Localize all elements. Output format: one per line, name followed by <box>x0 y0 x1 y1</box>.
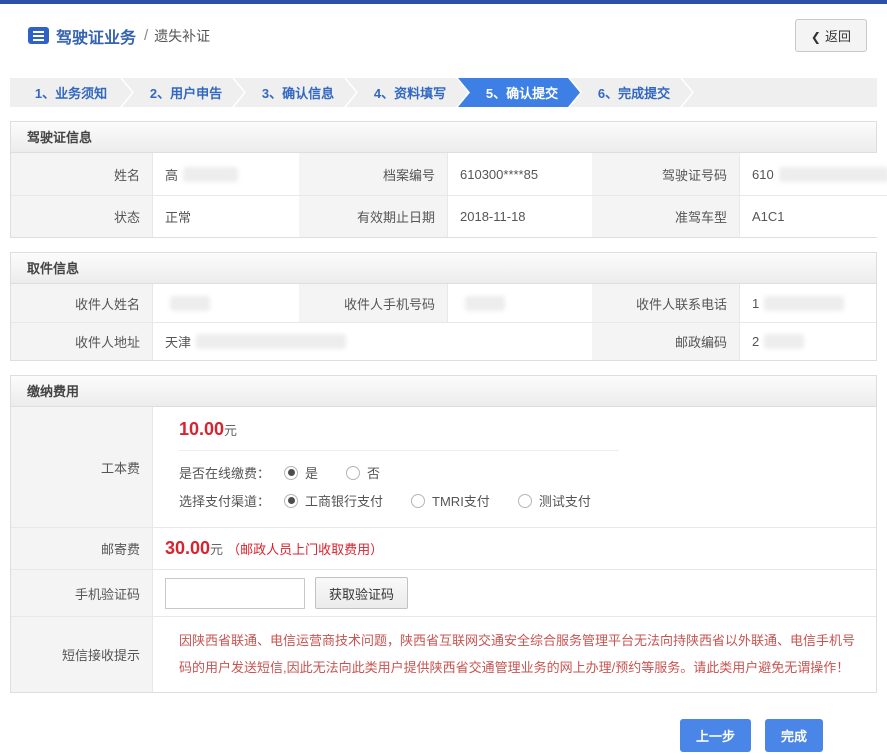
redacted-value <box>465 296 505 311</box>
license-number-label: 驾驶证号码 <box>592 153 740 195</box>
status-label: 状态 <box>11 195 153 237</box>
step-tab-label: 1、业务须知 <box>35 83 107 102</box>
step-tabs: 1、业务须知 2、用户申告 3、确认信息 4、资料填写 5、确认提交 6、完成提… <box>10 78 877 107</box>
page-title: 驾驶证业务 <box>56 24 136 48</box>
recipient-name-value <box>153 284 299 322</box>
list-icon <box>28 27 49 44</box>
file-number-value: 610300****85 <box>448 153 592 195</box>
pay-channel-question: 选择支付渠道： <box>179 491 270 510</box>
address-label: 收件人地址 <box>11 322 153 360</box>
page-header: 驾驶证业务 / 遗失补证 ❮ 返回 <box>0 4 887 65</box>
production-fee-amount: 10.00元 <box>179 419 619 440</box>
step-tab-label: 5、确认提交 <box>486 83 558 102</box>
vehicle-class-value: A1C1 <box>740 195 887 237</box>
sms-notice-label: 短信接收提示 <box>11 616 153 692</box>
step-tab-2[interactable]: 2、用户申告 <box>122 78 244 107</box>
recipient-phone-value: 1 <box>740 284 876 322</box>
mail-fee-value: 30.00元（邮政人员上门收取费用） <box>153 527 876 569</box>
redacted-value <box>779 167 887 182</box>
radio-online-pay-no[interactable]: 否 <box>346 463 380 482</box>
radio-channel-icbc[interactable]: 工商银行支付 <box>284 491 383 510</box>
address-value: 天津 <box>153 322 592 360</box>
pay-channel-row: 选择支付渠道： 工商银行支付 TMRI支付 测试支付 <box>179 491 619 510</box>
online-pay-row: 是否在线缴费： 是 否 <box>179 463 619 482</box>
file-number-label: 档案编号 <box>299 153 448 195</box>
step-tab-5-active[interactable]: 5、确认提交 <box>458 78 580 107</box>
get-code-button[interactable]: 获取验证码 <box>315 577 408 609</box>
sms-code-input[interactable] <box>165 578 305 609</box>
back-button[interactable]: ❮ 返回 <box>795 19 867 52</box>
vehicle-class-label: 准驾车型 <box>592 195 740 237</box>
fees-section: 缴纳费用 工本费 10.00元 是否在线缴费： 是 否 选择支付渠道： 工商银行… <box>10 375 877 693</box>
redacted-value <box>764 334 804 349</box>
radio-online-pay-yes[interactable]: 是 <box>284 463 318 482</box>
step-tab-label: 3、确认信息 <box>262 83 334 102</box>
recipient-name-label: 收件人姓名 <box>11 284 153 322</box>
recipient-phone-label: 收件人联系电话 <box>592 284 740 322</box>
license-info-section: 驾驶证信息 姓名 高 档案编号 610300****85 驾驶证号码 610 状… <box>10 121 877 238</box>
postcode-label: 邮政编码 <box>592 322 740 360</box>
back-button-label: 返回 <box>825 29 851 44</box>
breadcrumb-separator: / <box>144 27 148 44</box>
breadcrumb-current: 遗失补证 <box>154 26 210 46</box>
pickup-section-title: 取件信息 <box>11 253 876 284</box>
redacted-value <box>764 296 844 311</box>
radio-checked-icon <box>284 466 298 480</box>
chevron-left-icon: ❮ <box>811 30 821 44</box>
radio-unchecked-icon <box>518 494 532 508</box>
expiry-label: 有效期止日期 <box>299 195 448 237</box>
pickup-info-section: 取件信息 收件人姓名 收件人手机号码 收件人联系电话 1 收件人地址 天津 邮政… <box>10 252 877 361</box>
sms-notice-text: 因陕西省联通、电信运营商技术问题，陕西省互联网交通安全综合服务管理平台无法向持陕… <box>165 617 876 692</box>
sms-code-label: 手机验证码 <box>11 569 153 616</box>
production-fee-content: 10.00元 是否在线缴费： 是 否 选择支付渠道： 工商银行支付 TMRI支付… <box>153 407 876 527</box>
step-tabs-filler <box>682 78 877 107</box>
radio-unchecked-icon <box>411 494 425 508</box>
step-tab-1[interactable]: 1、业务须知 <box>10 78 132 107</box>
step-tab-label: 4、资料填写 <box>374 83 446 102</box>
license-section-title: 驾驶证信息 <box>11 122 876 153</box>
name-label: 姓名 <box>11 153 153 195</box>
radio-unchecked-icon <box>346 466 360 480</box>
expiry-value: 2018-11-18 <box>448 195 592 237</box>
finish-button[interactable]: 完成 <box>765 719 823 752</box>
radio-checked-icon <box>284 494 298 508</box>
divider <box>179 450 619 451</box>
online-pay-question: 是否在线缴费： <box>179 463 270 482</box>
mail-fee-note: （邮政人员上门收取费用） <box>227 539 383 558</box>
step-tab-6[interactable]: 6、完成提交 <box>570 78 692 107</box>
status-value: 正常 <box>153 195 299 237</box>
recipient-mobile-label: 收件人手机号码 <box>299 284 448 322</box>
sms-code-row: 获取验证码 <box>153 569 876 616</box>
production-fee-label: 工本费 <box>11 407 153 527</box>
step-tab-4[interactable]: 4、资料填写 <box>346 78 468 107</box>
radio-channel-test[interactable]: 测试支付 <box>518 491 591 510</box>
sms-notice-cell: 因陕西省联通、电信运营商技术问题，陕西省互联网交通安全综合服务管理平台无法向持陕… <box>153 616 876 692</box>
mail-fee-label: 邮寄费 <box>11 527 153 569</box>
postcode-value: 2 <box>740 322 876 360</box>
redacted-value <box>170 296 210 311</box>
fees-section-title: 缴纳费用 <box>11 376 876 407</box>
redacted-value <box>196 334 346 349</box>
previous-step-button[interactable]: 上一步 <box>680 719 751 752</box>
radio-channel-tmri[interactable]: TMRI支付 <box>411 491 490 510</box>
recipient-mobile-value <box>448 284 592 322</box>
license-number-value: 610 <box>740 153 887 195</box>
name-value: 高 <box>153 153 299 195</box>
step-tab-label: 2、用户申告 <box>150 83 222 102</box>
footer-actions: 上一步 完成 <box>0 719 823 752</box>
step-tab-label: 6、完成提交 <box>598 83 670 102</box>
step-tab-3[interactable]: 3、确认信息 <box>234 78 356 107</box>
redacted-value <box>183 167 238 182</box>
